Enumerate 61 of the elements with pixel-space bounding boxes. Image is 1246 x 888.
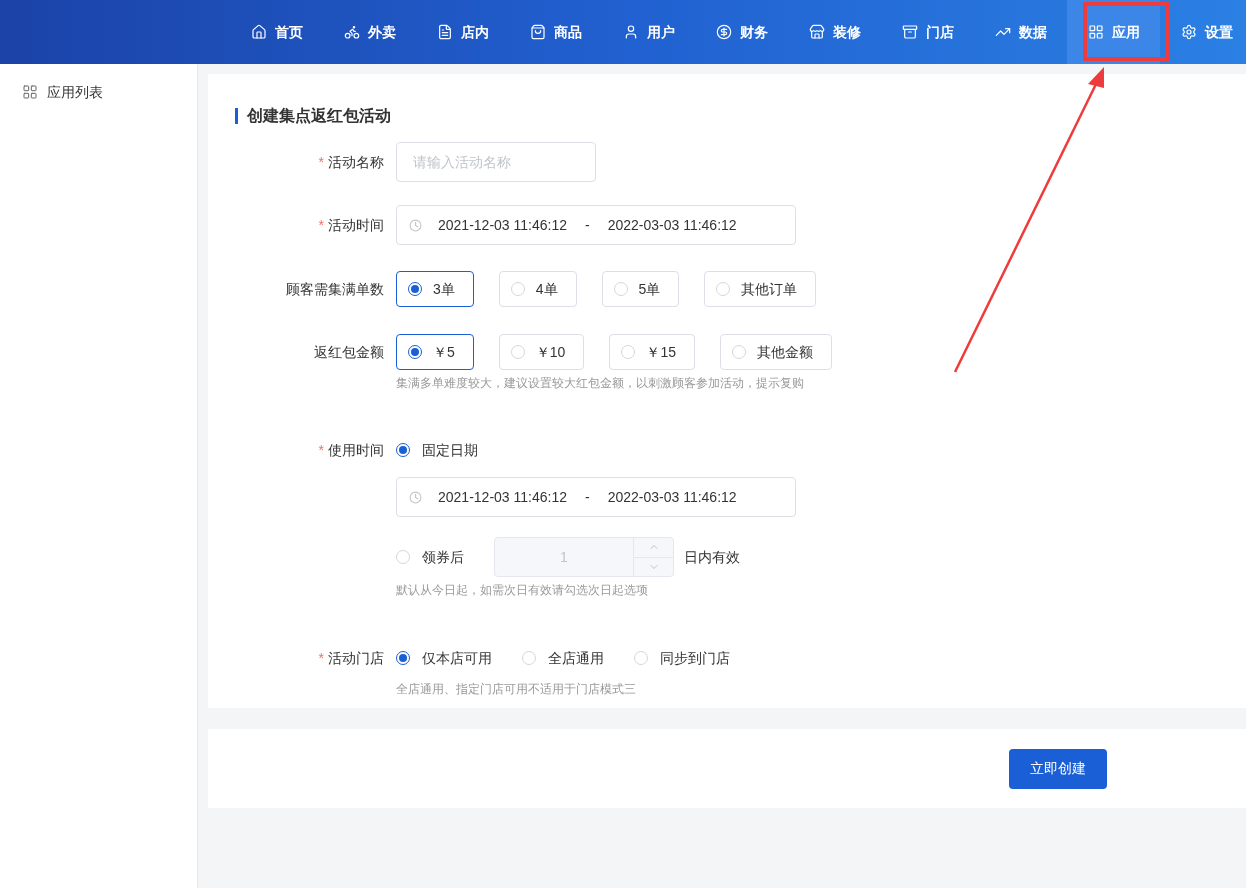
sidebar-item[interactable]: 应用列表 <box>0 82 197 102</box>
date-range-field[interactable]: 2021-12-03 11:46:12 - 2022-03-03 11:46:12 <box>396 205 796 245</box>
start-date: 2021-12-03 11:46:12 <box>438 215 567 235</box>
range-separator: - <box>584 487 590 507</box>
radio-label: 领券后 <box>422 547 465 567</box>
nav-tab[interactable]: 数据 <box>974 0 1067 64</box>
storefront-icon <box>808 24 825 40</box>
date-range-field[interactable]: 2021-12-03 11:46:12 - 2022-03-03 11:46:12 <box>396 477 796 517</box>
nav-tab[interactable]: 门店 <box>881 0 974 64</box>
radio-option[interactable]: ￥15 <box>609 334 695 370</box>
radio-option[interactable]: 其他金额 <box>719 334 832 370</box>
field-label: 活动门店 <box>328 648 384 668</box>
nav-tab[interactable]: 外卖 <box>323 0 416 64</box>
required-asterisk: * <box>318 648 324 668</box>
radio-option[interactable]: 其他订单 <box>704 271 817 307</box>
radio-label: 同步到门店 <box>660 648 730 668</box>
settings-icon <box>1180 24 1197 40</box>
clock-icon <box>409 218 422 232</box>
nav-tab[interactable]: 设置 <box>1160 0 1246 64</box>
suffix-text: 日内有效 <box>684 547 740 567</box>
field-label: 返红包金额 <box>314 342 384 362</box>
box-icon <box>901 24 918 40</box>
field-label: 活动名称 <box>328 152 384 172</box>
nav-tab[interactable]: 店内 <box>416 0 509 64</box>
radio-option[interactable]: 4单 <box>498 271 577 307</box>
nav-tab[interactable]: 装修 <box>788 0 881 64</box>
radio-option[interactable]: ￥5 <box>396 334 474 370</box>
hint-text: 默认从今日起，如需次日有效请勾选次日起选项 <box>396 582 649 599</box>
radio-option[interactable]: 5单 <box>601 271 680 307</box>
grid-icon <box>1087 24 1104 40</box>
required-asterisk: * <box>318 215 324 235</box>
form-title: 创建集点返红包活动 <box>247 106 391 126</box>
grid-icon <box>22 84 38 100</box>
end-date: 2022-03-03 11:46:12 <box>607 215 737 235</box>
nav-tab[interactable]: 用户 <box>602 0 695 64</box>
nav-tab[interactable]: 财务 <box>695 0 788 64</box>
bag-icon <box>529 24 546 40</box>
bike-icon <box>343 24 360 40</box>
radio-option[interactable]: 3单 <box>396 271 474 307</box>
field-label: 顾客需集满单数 <box>286 279 384 299</box>
end-date: 2022-03-03 11:46:12 <box>607 487 737 507</box>
coin-icon <box>715 24 732 40</box>
nav-tab[interactable]: 商品 <box>509 0 602 64</box>
hint-text: 集满多单难度较大，建议设置较大红包金额，以刺激顾客参加活动，提示复购 <box>396 375 805 392</box>
nav-tab[interactable]: 首页 <box>230 0 323 64</box>
start-date: 2021-12-03 11:46:12 <box>438 487 567 507</box>
field-label: 活动时间 <box>328 215 384 235</box>
radio-label: 仅本店可用 <box>422 648 492 668</box>
required-asterisk: * <box>318 152 324 172</box>
create-button[interactable]: 立即创建 <box>1009 748 1107 789</box>
field-label: 使用时间 <box>328 440 384 460</box>
range-separator: - <box>584 215 590 235</box>
document-icon <box>436 24 453 40</box>
required-asterisk: * <box>318 440 324 460</box>
name-input[interactable]: 请输入活动名称 <box>396 142 596 182</box>
house-icon <box>250 24 267 40</box>
radio-label: 全店通用 <box>548 648 604 668</box>
radio-option[interactable]: ￥10 <box>498 334 585 370</box>
hint-text: 全店通用、指定门店可用不适用于门店模式三 <box>396 681 637 698</box>
clock-icon <box>409 490 422 504</box>
radio-label: 固定日期 <box>422 440 478 460</box>
